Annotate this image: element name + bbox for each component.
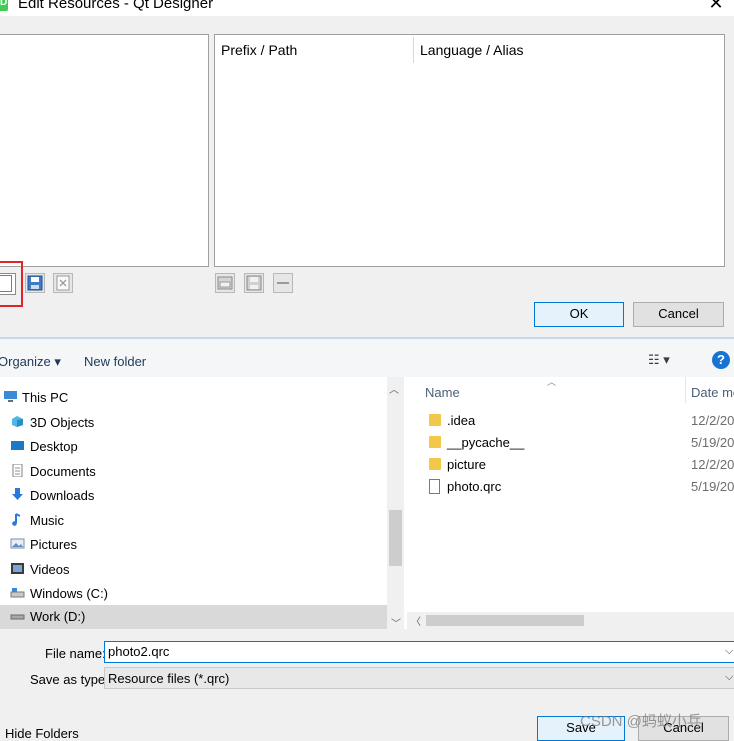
ok-button[interactable]: OK xyxy=(534,302,624,327)
resource-files-list[interactable] xyxy=(0,34,209,267)
tree-header: Prefix / Path Language / Alias xyxy=(215,35,724,65)
chevron-down-icon[interactable]: ⌵ xyxy=(725,645,733,658)
nav-label: Downloads xyxy=(30,488,95,503)
scroll-up-icon[interactable]: ︿ xyxy=(389,381,399,396)
add-files-icon[interactable] xyxy=(244,273,264,293)
file-date: 5/19/20 xyxy=(691,435,734,450)
file-name: photo.qrc xyxy=(447,479,502,494)
file-name: .idea xyxy=(447,413,476,428)
sort-arrow-icon: ︿ xyxy=(547,377,557,387)
nav-item-work-d[interactable]: Work (D:) xyxy=(0,605,387,629)
cube-icon xyxy=(12,416,23,427)
nav-item-desktop[interactable]: Desktop xyxy=(0,435,387,459)
column-date-modified[interactable]: Date mo xyxy=(691,385,734,400)
hide-folders-toggle[interactable]: Hide Folders xyxy=(5,726,79,741)
file-row[interactable]: picture 12/2/20 xyxy=(407,454,734,476)
save-type-label: Save as type: xyxy=(30,672,109,687)
nav-item-downloads[interactable]: Downloads xyxy=(0,484,387,508)
desktop-icon xyxy=(11,441,24,450)
drive-icon xyxy=(10,588,25,598)
file-date: 5/19/20 xyxy=(691,479,734,494)
save-type-select[interactable]: Resource files (*.qrc) ⌵ xyxy=(104,667,734,689)
file-name-label: File name: xyxy=(45,646,106,661)
nav-item-music[interactable]: Music xyxy=(0,509,387,533)
nav-label: Work (D:) xyxy=(30,609,86,624)
column-name[interactable]: Name xyxy=(425,385,460,400)
file-date: 12/2/20 xyxy=(691,413,734,428)
nav-label: Music xyxy=(30,513,64,528)
download-icon xyxy=(12,488,23,500)
file-name-input[interactable]: photo2.qrc ⌵ xyxy=(104,641,734,663)
remove-file-icon[interactable] xyxy=(53,273,73,293)
folder-icon xyxy=(429,414,441,426)
nav-item-pictures[interactable]: Pictures xyxy=(0,533,387,557)
save-file-dialog: Organize ▾ New folder ☷ ▾ ? This PC 3D O… xyxy=(0,339,734,741)
file-list[interactable]: Name ︿ Date mo .idea 12/2/20 __pycache__… xyxy=(407,377,734,613)
nav-label: Pictures xyxy=(30,537,77,552)
drive-icon xyxy=(10,614,25,620)
nav-label: This PC xyxy=(22,390,69,405)
folder-icon xyxy=(429,436,441,448)
add-prefix-icon[interactable] xyxy=(215,273,235,293)
navigation-scrollbar[interactable] xyxy=(387,377,404,629)
nav-label: 3D Objects xyxy=(30,415,95,430)
nav-item-documents[interactable]: Documents xyxy=(0,460,387,484)
file-name: picture xyxy=(447,457,487,472)
qt-designer-icon: D xyxy=(0,0,8,11)
scroll-left-icon[interactable]: 〈 xyxy=(411,613,421,628)
file-row[interactable]: __pycache__ 5/19/20 xyxy=(407,432,734,454)
file-name: __pycache__ xyxy=(447,435,525,450)
save-type-value: Resource files (*.qrc) xyxy=(108,671,230,686)
cancel-button[interactable]: Cancel xyxy=(633,302,724,327)
scroll-down-icon[interactable]: ﹀ xyxy=(391,615,401,630)
nav-item-this-pc[interactable]: This PC xyxy=(0,386,387,410)
view-options-icon[interactable]: ☷ ▾ xyxy=(648,352,670,368)
column-divider xyxy=(413,37,414,63)
file-name-value: photo2.qrc xyxy=(108,644,170,659)
file-date: 12/2/20 xyxy=(691,457,734,472)
document-icon xyxy=(12,464,23,477)
nav-label: Documents xyxy=(30,464,96,479)
nav-item-videos[interactable]: Videos xyxy=(0,558,387,582)
new-folder-button[interactable]: New folder xyxy=(84,354,146,369)
nav-item-3d-objects[interactable]: 3D Objects xyxy=(0,411,387,435)
pc-icon xyxy=(4,391,17,402)
help-icon[interactable]: ? xyxy=(712,351,730,369)
pictures-icon xyxy=(10,538,25,549)
save-icon[interactable] xyxy=(25,273,45,293)
nav-label: Videos xyxy=(30,562,70,577)
command-bar: Organize ▾ New folder ☷ ▾ ? xyxy=(0,339,734,377)
organize-menu[interactable]: Organize ▾ xyxy=(0,354,61,370)
file-row[interactable]: .idea 12/2/20 xyxy=(407,410,734,432)
column-divider xyxy=(685,377,686,403)
nav-label: Desktop xyxy=(30,439,78,454)
resource-tree[interactable]: Prefix / Path Language / Alias xyxy=(214,34,725,267)
chevron-down-icon[interactable]: ⌵ xyxy=(725,671,733,684)
videos-icon xyxy=(11,563,24,574)
highlight-box xyxy=(0,261,23,307)
nav-label: Windows (C:) xyxy=(30,586,109,601)
file-icon xyxy=(429,479,440,494)
column-language-alias[interactable]: Language / Alias xyxy=(420,42,524,58)
scrollbar-thumb[interactable] xyxy=(426,615,584,626)
edit-resources-dialog: D Edit Resources - Qt Designer ✕ Prefix … xyxy=(0,0,734,339)
close-icon[interactable]: ✕ xyxy=(704,0,728,14)
remove-item-icon[interactable] xyxy=(273,273,293,293)
music-icon xyxy=(12,513,21,526)
column-prefix-path[interactable]: Prefix / Path xyxy=(221,42,297,58)
window-title: Edit Resources - Qt Designer xyxy=(18,0,214,12)
navigation-pane[interactable]: This PC 3D Objects Desktop Documents Dow… xyxy=(0,377,387,629)
nav-item-windows-c[interactable]: Windows (C:) xyxy=(0,582,387,606)
scrollbar-thumb[interactable] xyxy=(389,510,402,566)
folder-icon xyxy=(429,458,441,470)
title-bar: D Edit Resources - Qt Designer ✕ xyxy=(0,0,734,16)
file-row[interactable]: photo.qrc 5/19/20 xyxy=(407,476,734,498)
watermark: CSDN @蚂蚁小兵 xyxy=(580,713,702,730)
